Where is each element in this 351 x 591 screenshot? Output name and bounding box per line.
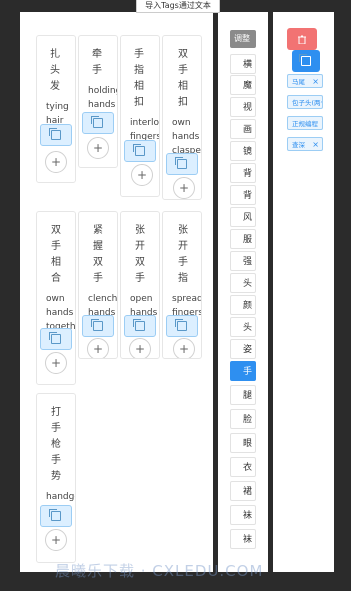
selected-tag[interactable]: 马尾 × — [287, 74, 323, 88]
plus-icon: + — [50, 533, 62, 547]
category-item[interactable]: 强 — [230, 251, 256, 271]
add-button[interactable]: + — [131, 164, 153, 186]
add-button[interactable]: + — [173, 177, 195, 199]
tag-cards-panel: 扎头发 tying hair + 牵手 holding hands + 手指相扣… — [20, 12, 213, 572]
copy-icon — [133, 319, 145, 331]
category-item[interactable]: 袜 — [230, 529, 256, 549]
tag-label: 查深 — [292, 141, 305, 149]
category-item[interactable]: 背 — [230, 163, 256, 183]
copy-icon — [175, 319, 187, 331]
card-en-label: handgestures — [46, 492, 75, 502]
copy-button[interactable] — [82, 112, 114, 134]
plus-icon: + — [92, 342, 104, 356]
category-item[interactable]: 衣 — [230, 457, 256, 477]
category-list: 调整 横魔视画镜背背风服强头颜头姿手腿脸眼衣裙袜袜 — [218, 12, 268, 572]
tag-card[interactable]: 张开双手 open hands + — [120, 211, 160, 359]
copy-icon — [49, 332, 61, 344]
category-item[interactable]: 服 — [230, 229, 256, 249]
copy-icon — [299, 54, 311, 66]
copy-button[interactable] — [40, 328, 72, 350]
category-item[interactable]: 画 — [230, 119, 256, 139]
close-icon[interactable]: × — [312, 75, 319, 87]
category-item[interactable]: 头 — [230, 317, 256, 337]
tag-card[interactable]: 牵手 holding hands + — [78, 35, 118, 168]
copy-icon — [91, 319, 103, 331]
add-button[interactable]: + — [87, 338, 109, 358]
close-icon[interactable]: × — [312, 138, 319, 150]
copy-icon — [49, 128, 61, 140]
category-item[interactable]: 背 — [230, 185, 256, 205]
copy-button[interactable] — [124, 315, 156, 337]
tag-label: 包子头(两个) — [292, 99, 322, 107]
category-item[interactable]: 姿 — [230, 339, 256, 359]
copy-icon — [49, 509, 61, 521]
category-item[interactable]: 颜 — [230, 295, 256, 315]
category-item[interactable]: 脸 — [230, 409, 256, 429]
import-tags-button[interactable]: 导入Tags通过文本 — [136, 0, 220, 13]
add-button[interactable]: + — [45, 529, 67, 551]
card-zh-label: 扎头发 — [50, 49, 60, 92]
selected-tag[interactable]: 查深 × — [287, 137, 323, 151]
selected-tag[interactable]: 包子头(两个) — [287, 95, 323, 109]
category-item[interactable]: 手 — [230, 361, 256, 381]
plus-icon: + — [136, 168, 148, 182]
copy-all-button[interactable] — [292, 50, 320, 72]
plus-icon: + — [50, 356, 62, 370]
category-item[interactable]: 袜 — [230, 505, 256, 525]
category-item[interactable]: 横 — [230, 54, 256, 74]
card-zh-label: 打手枪手势 — [51, 407, 61, 482]
card-zh-label: 双手相扣 — [178, 49, 188, 108]
add-button[interactable]: + — [87, 137, 109, 159]
card-en-label: holding hands — [88, 86, 117, 110]
tag-card[interactable]: 双手相扣 own hands clasped + — [162, 35, 202, 200]
copy-button[interactable] — [40, 505, 72, 527]
add-button[interactable]: + — [129, 338, 151, 358]
trash-icon — [298, 35, 306, 44]
copy-icon — [133, 144, 145, 156]
plus-icon: + — [134, 342, 146, 356]
tag-card[interactable]: 张开手指 spread fingers + — [162, 211, 202, 359]
card-zh-label: 手指相扣 — [134, 49, 144, 108]
copy-button[interactable] — [124, 140, 156, 162]
tag-card[interactable]: 紧握双手 clenched hands + — [78, 211, 118, 359]
category-item[interactable]: 眼 — [230, 433, 256, 453]
plus-icon: + — [178, 181, 190, 195]
tag-label: 正规编程 — [292, 120, 318, 128]
plus-icon: + — [92, 141, 104, 155]
add-button[interactable]: + — [45, 151, 67, 173]
category-item[interactable]: 魔 — [230, 75, 256, 95]
plus-icon: + — [178, 342, 190, 356]
card-zh-label: 张开双手 — [135, 225, 145, 284]
card-en-label: own hands clasped — [172, 118, 201, 156]
category-item[interactable]: 腿 — [230, 385, 256, 405]
tag-card[interactable]: 打手枪手势 handgestures + — [36, 393, 76, 563]
category-item[interactable]: 裙 — [230, 481, 256, 501]
category-item[interactable]: 风 — [230, 207, 256, 227]
selected-tag[interactable]: 正规编程 — [287, 116, 323, 130]
add-button[interactable]: + — [45, 352, 67, 374]
list-header-button[interactable]: 调整 — [230, 30, 256, 48]
copy-button[interactable] — [166, 315, 198, 337]
tag-card[interactable]: 双手相合 own hands together + — [36, 211, 76, 385]
category-item[interactable]: 头 — [230, 273, 256, 293]
delete-button[interactable] — [287, 28, 317, 50]
tag-card[interactable]: 手指相扣 interlocked fingers + — [120, 35, 160, 197]
copy-icon — [175, 157, 187, 169]
card-zh-label: 紧握双手 — [93, 225, 103, 284]
tag-label: 马尾 — [292, 78, 305, 86]
copy-icon — [91, 116, 103, 128]
category-item[interactable]: 镜 — [230, 141, 256, 161]
card-zh-label: 双手相合 — [51, 225, 61, 284]
tag-card[interactable]: 扎头发 tying hair + — [36, 35, 76, 183]
category-item[interactable]: 视 — [230, 97, 256, 117]
card-zh-label: 张开手指 — [178, 225, 188, 284]
add-button[interactable]: + — [173, 338, 195, 358]
card-zh-label: 牵手 — [92, 49, 102, 76]
selected-tags-panel: 马尾 × 包子头(两个) 正规编程 查深 × — [273, 12, 334, 572]
copy-button[interactable] — [166, 153, 198, 175]
copy-button[interactable] — [82, 315, 114, 337]
watermark: 晨曦乐下载 · CXLEDU.COM — [55, 562, 264, 580]
copy-button[interactable] — [40, 124, 72, 146]
plus-icon: + — [50, 155, 62, 169]
